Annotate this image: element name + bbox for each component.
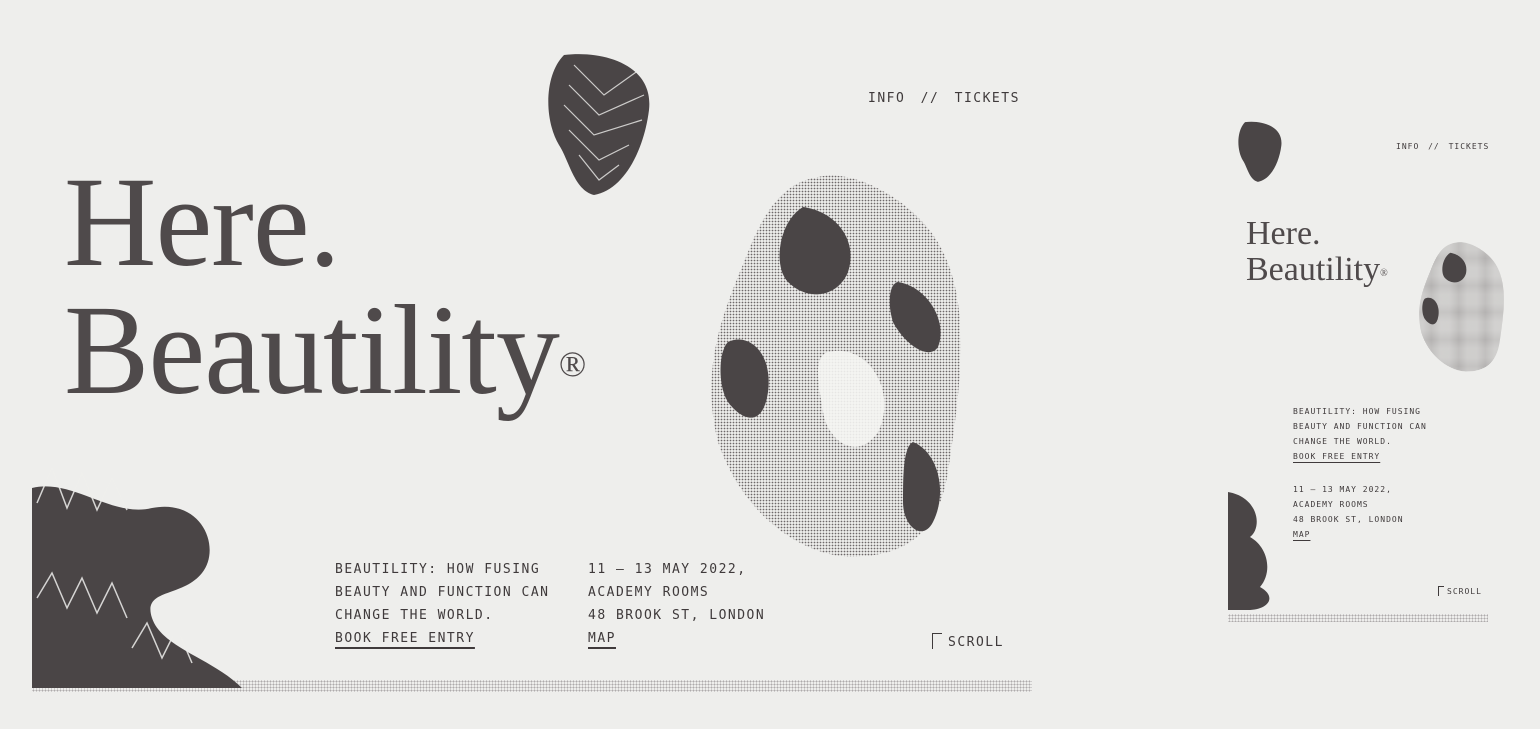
about-line-2: BEAUTY AND FUNCTION CAN — [335, 585, 550, 600]
wave-sculpture-image — [32, 465, 242, 688]
scroll-label-mobile: SCROLL — [1447, 587, 1482, 596]
about-line-2-mobile: BEAUTY AND FUNCTION CAN — [1293, 422, 1427, 431]
nav-info-link-mobile[interactable]: INFO — [1396, 142, 1419, 151]
event-venue: ACADEMY ROOMS — [588, 585, 710, 600]
event-block-mobile: 11 — 13 MAY 2022, ACADEMY ROOMS 48 BROOK… — [1293, 482, 1404, 542]
headline-mobile: Here. Beautility® — [1246, 216, 1388, 288]
scroll-indicator[interactable]: SCROLL — [932, 630, 1004, 650]
headline-line-1: Here. — [64, 151, 341, 293]
about-line-3-mobile: CHANGE THE WORLD. — [1293, 437, 1392, 446]
about-line-1: BEAUTILITY: HOW FUSING — [335, 562, 541, 577]
event-address: 48 BROOK ST, LONDON — [588, 608, 766, 623]
dither-strip-mobile — [1228, 614, 1488, 622]
nav-info-link[interactable]: INFO — [868, 91, 905, 106]
event-venue-mobile: ACADEMY ROOMS — [1293, 500, 1369, 509]
about-line-1-mobile: BEAUTILITY: HOW FUSING — [1293, 407, 1421, 416]
desktop-preview: INFO // TICKETS Here. Beautility® BEAUTI… — [32, 30, 1032, 692]
headline-line-2-mobile: Beautility® — [1246, 252, 1388, 288]
nav-tickets-link-mobile[interactable]: TICKETS — [1449, 142, 1490, 151]
wave-sculpture-image-mobile — [1228, 492, 1270, 610]
scroll-label: SCROLL — [948, 635, 1004, 650]
map-link-mobile[interactable]: MAP — [1293, 530, 1310, 539]
nav-tickets-link[interactable]: TICKETS — [955, 91, 1020, 106]
map-link[interactable]: MAP — [588, 631, 616, 646]
abstract-sculpture-image-mobile — [1419, 242, 1504, 372]
event-dates-mobile: 11 — 13 MAY 2022, — [1293, 485, 1392, 494]
nav-separator-mobile: // — [1428, 142, 1440, 151]
about-block: BEAUTILITY: HOW FUSING BEAUTY AND FUNCTI… — [335, 558, 550, 650]
nav-separator: // — [920, 91, 940, 106]
about-block-mobile: BEAUTILITY: HOW FUSING BEAUTY AND FUNCTI… — [1293, 404, 1427, 464]
headline-line-2: Beautility® — [64, 286, 586, 414]
event-address-mobile: 48 BROOK ST, LONDON — [1293, 515, 1404, 524]
event-dates: 11 — 13 MAY 2022, — [588, 562, 747, 577]
book-free-entry-link-mobile[interactable]: BOOK FREE ENTRY — [1293, 452, 1380, 461]
event-block: 11 — 13 MAY 2022, ACADEMY ROOMS 48 BROOK… — [588, 558, 765, 650]
mobile-preview: INFO // TICKETS Here. Beautility® BEAUTI… — [1228, 112, 1508, 622]
pinecone-sculpture-image-mobile — [1238, 121, 1282, 182]
top-nav: INFO // TICKETS — [868, 91, 1020, 106]
scroll-arrow-icon-mobile — [1438, 586, 1444, 596]
registered-mark-mobile: ® — [1380, 268, 1388, 279]
headline-word-mobile: Beautility — [1246, 251, 1381, 288]
scroll-indicator-mobile[interactable]: SCROLL — [1438, 584, 1482, 596]
headline: Here. Beautility® — [64, 151, 586, 414]
top-nav-mobile: INFO // TICKETS — [1396, 142, 1489, 151]
scroll-arrow-icon — [932, 633, 942, 649]
headline-word: Beautility — [64, 279, 560, 421]
registered-mark: ® — [558, 344, 586, 384]
abstract-sculpture-image — [711, 175, 961, 557]
book-free-entry-link[interactable]: BOOK FREE ENTRY — [335, 631, 475, 646]
headline-line-1-mobile: Here. — [1246, 215, 1321, 252]
about-line-3: CHANGE THE WORLD. — [335, 608, 494, 623]
